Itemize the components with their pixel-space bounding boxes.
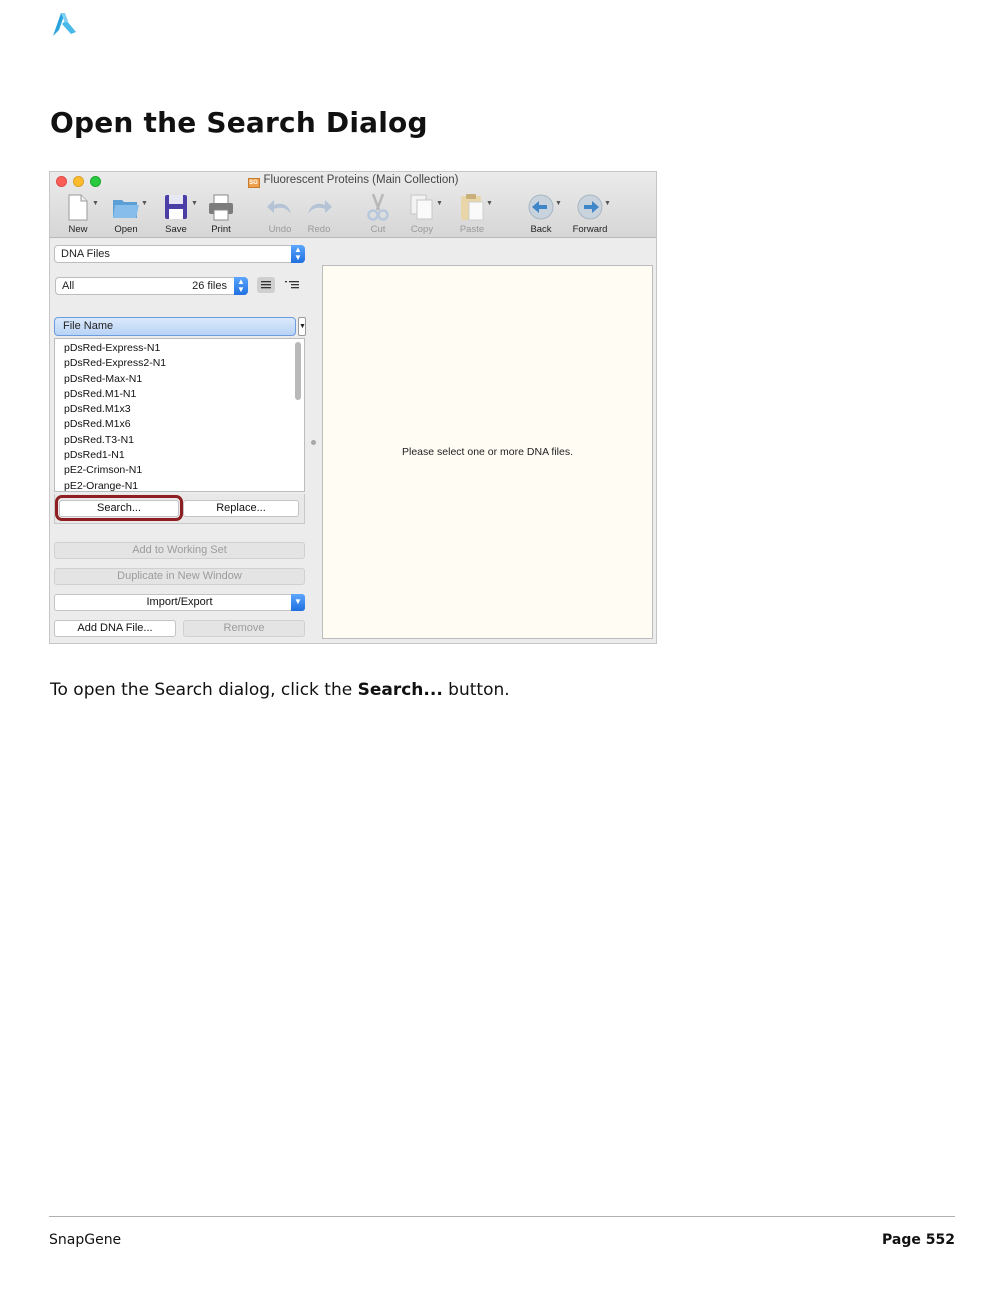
page-title: Open the Search Dialog <box>50 106 428 139</box>
main-content-pane: Please select one or more DNA files. <box>322 265 653 639</box>
redo-arrow-icon <box>308 200 332 214</box>
paste-caret-icon[interactable]: ▼ <box>486 200 493 207</box>
back-button[interactable]: Back <box>521 192 561 235</box>
snapgene-window: SG Fluorescent Proteins (Main Collection)… <box>49 171 657 644</box>
list-item[interactable]: pDsRed.M1x3 <box>64 402 304 417</box>
undo-button[interactable]: Undo <box>260 192 300 235</box>
list-item[interactable]: pE2-Crimson-N1 <box>64 463 304 478</box>
remove-button[interactable]: Remove <box>183 620 305 637</box>
import-export-select[interactable]: Import/Export ▼ <box>54 594 305 611</box>
list-item[interactable]: pDsRed-Express-N1 <box>64 341 304 356</box>
list-item[interactable]: pDsRed-Max-N1 <box>64 372 304 387</box>
new-caret-icon[interactable]: ▼ <box>92 200 99 207</box>
replace-button[interactable]: Replace... <box>183 500 299 517</box>
open-caret-icon[interactable]: ▼ <box>141 200 148 207</box>
search-button-highlight <box>55 495 183 521</box>
save-caret-icon[interactable]: ▼ <box>191 200 198 207</box>
empty-selection-message: Please select one or more DNA files. <box>402 446 573 458</box>
folder-icon <box>113 200 139 218</box>
list-item[interactable]: pDsRed-Express2-N1 <box>64 356 304 371</box>
copy-icon <box>410 194 433 220</box>
footer-divider <box>49 1216 955 1217</box>
back-arrow-icon <box>528 194 554 220</box>
undo-arrow-icon <box>267 200 291 214</box>
scissors-icon <box>367 193 389 221</box>
forward-arrow-icon <box>577 194 603 220</box>
add-dna-file-button[interactable]: Add DNA File... <box>54 620 176 637</box>
instruction-text: To open the Search dialog, click the Sea… <box>50 680 510 700</box>
file-list[interactable]: pDsRed-Express-N1 pDsRed-Express2-N1 pDs… <box>54 338 305 492</box>
open-button[interactable]: Open <box>106 192 146 235</box>
list-item[interactable]: pDsRed.M1-N1 <box>64 387 304 402</box>
select-stepper-icon: ▲ ▼ <box>291 245 305 263</box>
file-list-scrollbar[interactable] <box>295 342 301 400</box>
outline-view-icon[interactable] <box>283 277 301 293</box>
collection-icon: SG <box>247 178 260 188</box>
column-menu-icon[interactable]: ▼ <box>298 317 306 336</box>
new-button[interactable]: New <box>58 192 98 235</box>
forward-button[interactable]: Forward <box>570 192 610 235</box>
back-caret-icon[interactable]: ▼ <box>555 200 562 207</box>
chevron-down-icon: ▼ <box>291 594 305 611</box>
filter-select[interactable]: All 26 files ▲ ▼ <box>55 277 248 295</box>
cut-button[interactable]: Cut <box>358 192 398 235</box>
select-stepper-icon: ▲ ▼ <box>234 277 248 295</box>
add-to-working-set-button[interactable]: Add to Working Set <box>54 542 305 559</box>
copy-button[interactable]: Copy <box>402 192 442 235</box>
floppy-disk-icon <box>165 195 187 219</box>
list-item[interactable]: pDsRed.T3-N1 <box>64 433 304 448</box>
instruction-bold: Search... <box>357 680 443 700</box>
footer-brand: SnapGene <box>49 1232 122 1248</box>
duplicate-in-new-window-button[interactable]: Duplicate in New Window <box>54 568 305 585</box>
list-item[interactable]: pE2-Orange-N1 <box>64 479 304 491</box>
page-number: Page 552 <box>882 1232 955 1248</box>
snapgene-logo-icon <box>53 13 76 36</box>
paste-button[interactable]: Paste <box>452 192 492 235</box>
list-item[interactable]: pDsRed.M1x6 <box>64 417 304 432</box>
file-type-select[interactable]: DNA Files ▲ ▼ <box>54 245 305 263</box>
save-button[interactable]: Save <box>156 192 196 235</box>
column-header-file-name[interactable]: File Name <box>54 317 296 336</box>
list-item[interactable]: pDsRed1-N1 <box>64 448 304 463</box>
split-divider-handle[interactable] <box>311 440 316 445</box>
redo-button[interactable]: Redo <box>299 192 339 235</box>
new-document-icon <box>68 194 88 221</box>
copy-caret-icon[interactable]: ▼ <box>436 200 443 207</box>
print-button[interactable]: Print <box>201 192 241 235</box>
file-count: 26 files <box>192 280 227 292</box>
forward-caret-icon[interactable]: ▼ <box>604 200 611 207</box>
window-title: SG Fluorescent Proteins (Main Collection) <box>247 174 459 188</box>
clipboard-icon <box>461 194 484 221</box>
window-titlebar: SG Fluorescent Proteins (Main Collection)… <box>50 172 656 238</box>
printer-icon <box>209 194 233 221</box>
list-view-icon[interactable] <box>257 277 275 293</box>
